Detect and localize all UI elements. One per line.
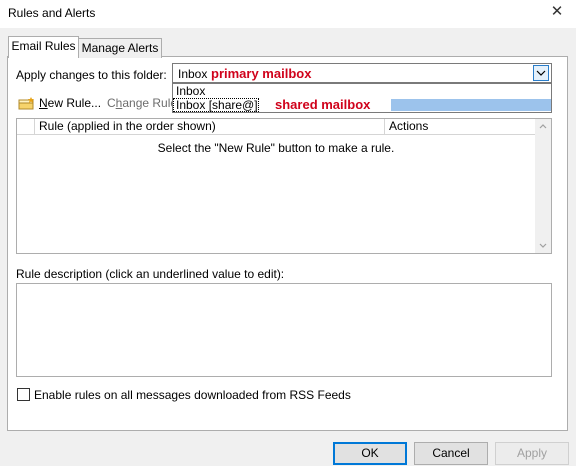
change-rule-button[interactable]: Change Rule (107, 96, 177, 110)
window-title: Rules and Alerts (8, 6, 96, 20)
title-bar: Rules and Alerts ✕ (0, 0, 576, 28)
rule-description-box[interactable] (16, 283, 552, 377)
primary-mailbox-annotation: primary mailbox (211, 66, 312, 81)
ok-button[interactable]: OK (333, 442, 407, 465)
tab-email-rules[interactable]: Email Rules (8, 36, 79, 58)
rules-list[interactable]: Rule (applied in the order shown) Action… (16, 118, 552, 254)
combobox-dropdown-button[interactable] (533, 65, 549, 81)
tab-manage-alerts[interactable]: Manage Alerts (79, 38, 162, 58)
rule-description-label: Rule description (click an underlined va… (16, 267, 285, 281)
rules-list-scrollbar[interactable] (535, 119, 551, 253)
rss-checkbox[interactable] (17, 388, 30, 401)
column-header-actions[interactable]: Actions (385, 119, 535, 135)
scroll-up-icon[interactable] (539, 123, 547, 129)
cancel-button[interactable]: Cancel (414, 442, 488, 465)
chevron-down-icon (536, 70, 546, 76)
new-rule-icon (18, 97, 34, 110)
folder-option-inbox[interactable]: Inbox (173, 84, 551, 98)
change-rule-label: Change Rule (107, 96, 178, 110)
option-highlight (391, 99, 551, 111)
column-header-check[interactable] (17, 119, 35, 135)
rss-checkbox-label[interactable]: Enable rules on all messages downloaded … (34, 388, 351, 402)
shared-mailbox-annotation: shared mailbox (275, 97, 371, 112)
folder-selected-value: Inbox (178, 67, 208, 81)
close-icon[interactable]: ✕ (548, 3, 566, 21)
empty-rules-message: Select the "New Rule" button to make a r… (157, 141, 395, 155)
apply-button[interactable]: Apply (495, 442, 569, 465)
folder-label: Apply changes to this folder: (16, 68, 167, 82)
new-rule-label: New Rule... (39, 96, 102, 110)
scroll-down-icon[interactable] (539, 243, 547, 249)
column-header-rule[interactable]: Rule (applied in the order shown) (35, 119, 385, 135)
new-rule-button[interactable]: New Rule... (18, 96, 101, 110)
